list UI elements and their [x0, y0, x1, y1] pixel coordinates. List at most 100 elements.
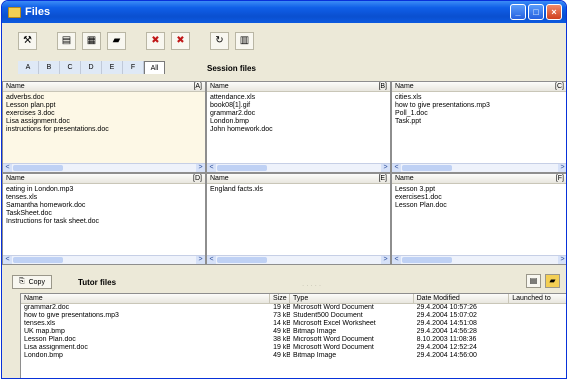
table-cell: Microsoft Excel Worksheet — [293, 320, 376, 327]
scroll-thumb[interactable] — [13, 165, 63, 171]
list-item[interactable]: cities.xls — [395, 94, 564, 102]
tab-d[interactable]: D — [81, 61, 102, 74]
delete-icon[interactable]: ✖ — [146, 32, 165, 50]
splitter-handle[interactable]: ..... — [302, 279, 323, 288]
table-cell: 8.10.2003 11:08:36 — [416, 336, 477, 343]
column-size[interactable]: Size — [270, 294, 291, 303]
list-item[interactable]: Poll_1.doc — [395, 110, 564, 118]
list-item[interactable]: Lisa assignment.doc — [6, 118, 202, 126]
tab-a[interactable]: A — [18, 61, 39, 74]
refresh-icon[interactable]: ↻ — [210, 32, 229, 50]
scroll-right-icon[interactable]: > — [381, 164, 390, 172]
pane-label: [E] — [378, 175, 387, 182]
column-type[interactable]: Type — [290, 294, 414, 303]
tab-b[interactable]: B — [39, 61, 60, 74]
scroll-right-icon[interactable]: > — [558, 164, 566, 172]
list-item[interactable]: Lesson plan.ppt — [6, 102, 202, 110]
list-item[interactable]: grammar2.doc — [210, 110, 387, 118]
table-cell: Lesson Plan.doc — [24, 336, 76, 343]
list-item[interactable]: Lesson 3.ppt — [395, 186, 564, 194]
table-row[interactable]: Lisa assignment.doc 19 kB Microsoft Word D… — [21, 344, 566, 352]
minimize-button[interactable]: _ — [510, 4, 526, 20]
column-launched-to[interactable]: Launched to — [509, 294, 566, 303]
title-bar[interactable]: Files _ □ × — [2, 1, 566, 23]
table-cell — [509, 328, 566, 336]
folder-icon[interactable]: ▰ — [107, 32, 126, 50]
list-item[interactable]: Lesson Plan.doc — [395, 202, 564, 210]
tab-f[interactable]: F — [123, 61, 144, 74]
list-item[interactable]: John homework.doc — [210, 126, 387, 134]
table-row[interactable]: tenses.xls 14 kB Microsoft Excel Worksheet… — [21, 320, 566, 328]
pane-b[interactable]: Name [B] attendance.xls book08[1].gif gr… — [206, 81, 391, 173]
scroll-thumb[interactable] — [217, 257, 267, 263]
delete-all-icon[interactable]: ✖ — [171, 32, 190, 50]
table-row[interactable]: London.bmp 49 kB Bitmap Image 29.4.2004 14:… — [21, 352, 566, 360]
list-item[interactable]: exercises 3.doc — [6, 110, 202, 118]
list-item[interactable]: exercises1.doc — [395, 194, 564, 202]
horizontal-scrollbar[interactable]: < > — [3, 163, 205, 172]
horizontal-scrollbar[interactable]: < > — [207, 163, 390, 172]
close-button[interactable]: × — [546, 4, 562, 20]
table-row[interactable]: Lesson Plan.doc 38 kB Microsoft Word Docum… — [21, 336, 566, 344]
scroll-left-icon[interactable]: < — [207, 256, 216, 264]
scroll-left-icon[interactable]: < — [207, 164, 216, 172]
scroll-thumb[interactable] — [402, 257, 452, 263]
list-item[interactable]: Samantha homework.doc — [6, 202, 202, 210]
list-item[interactable]: tenses.xls — [6, 194, 202, 202]
column-name[interactable]: Name — [21, 294, 271, 303]
pane-e[interactable]: Name [E] England facts.xls < > — [206, 173, 391, 265]
table-cell — [509, 320, 566, 328]
scroll-right-icon[interactable]: > — [558, 256, 566, 264]
page-icon[interactable]: ▤ — [57, 32, 76, 50]
pane-f[interactable]: Name [F] Lesson 3.ppt exercises1.doc Les… — [391, 173, 566, 265]
print-icon[interactable]: ▤ — [526, 274, 541, 288]
list-item[interactable]: how to give presentations.mp3 — [395, 102, 564, 110]
list-item[interactable]: attendance.xls — [210, 94, 387, 102]
scroll-left-icon[interactable]: < — [3, 164, 12, 172]
document-icon[interactable]: ▦ — [82, 32, 101, 50]
pane-c[interactable]: Name [C] cities.xls how to give presenta… — [391, 81, 566, 173]
scroll-thumb[interactable] — [13, 257, 63, 263]
tab-c[interactable]: C — [60, 61, 81, 74]
list-item[interactable]: adverbs.doc — [6, 94, 202, 102]
tab-e[interactable]: E — [102, 61, 123, 74]
file-list: adverbs.doc Lesson plan.ppt exercises 3.… — [3, 92, 205, 136]
horizontal-scrollbar[interactable]: < > — [3, 255, 205, 264]
trash-icon[interactable]: ▥ — [235, 32, 254, 50]
scroll-thumb[interactable] — [217, 165, 267, 171]
table-cell: 49 kB — [273, 352, 291, 359]
horizontal-scrollbar[interactable]: < > — [392, 255, 566, 264]
scroll-left-icon[interactable]: < — [392, 164, 401, 172]
horizontal-scrollbar[interactable]: < > — [207, 255, 390, 264]
pane-d[interactable]: Name [D] eating in London.mp3 tenses.xls… — [2, 173, 206, 265]
list-item[interactable]: eating in London.mp3 — [6, 186, 202, 194]
folder-icon[interactable]: ▰ — [545, 274, 560, 288]
column-name: Name — [395, 175, 414, 182]
files-window: Files _ □ × ⚒ ▤ ▦ ▰ ✖ ✖ ↻ ▥ A B C D E F … — [1, 0, 567, 379]
pane-label: [A] — [193, 83, 202, 90]
scroll-left-icon[interactable]: < — [3, 256, 12, 264]
list-item[interactable]: instructions for presentations.doc — [6, 126, 202, 134]
table-row[interactable]: grammar2.doc 19 kB Microsoft Word Document… — [21, 304, 566, 312]
horizontal-scrollbar[interactable]: < > — [392, 163, 566, 172]
scroll-right-icon[interactable]: > — [196, 164, 205, 172]
list-item[interactable]: Task.ppt — [395, 118, 564, 126]
pane-a[interactable]: Name [A] adverbs.doc Lesson plan.ppt exe… — [2, 81, 206, 173]
list-item[interactable]: England facts.xls — [210, 186, 387, 194]
maximize-button[interactable]: □ — [528, 4, 544, 20]
list-item[interactable]: Instructions for task sheet.doc — [6, 218, 202, 226]
scroll-right-icon[interactable]: > — [381, 256, 390, 264]
copy-button[interactable]: ⎘ Copy — [12, 275, 52, 289]
list-item[interactable]: TaskSheet.doc — [6, 210, 202, 218]
table-row[interactable]: how to give presentations.mp3 73 kB Studen… — [21, 312, 566, 320]
scroll-thumb[interactable] — [402, 165, 452, 171]
column-name: Name — [395, 83, 414, 90]
tab-all[interactable]: All — [144, 61, 165, 74]
list-item[interactable]: London.bmp — [210, 118, 387, 126]
tools-icon[interactable]: ⚒ — [18, 32, 37, 50]
list-item[interactable]: book08[1].gif — [210, 102, 387, 110]
scroll-left-icon[interactable]: < — [392, 256, 401, 264]
column-date-modified[interactable]: Date Modified — [414, 294, 510, 303]
scroll-right-icon[interactable]: > — [196, 256, 205, 264]
table-row[interactable]: UK map.bmp 49 kB Bitmap Image 29.4.2004 14:… — [21, 328, 566, 336]
